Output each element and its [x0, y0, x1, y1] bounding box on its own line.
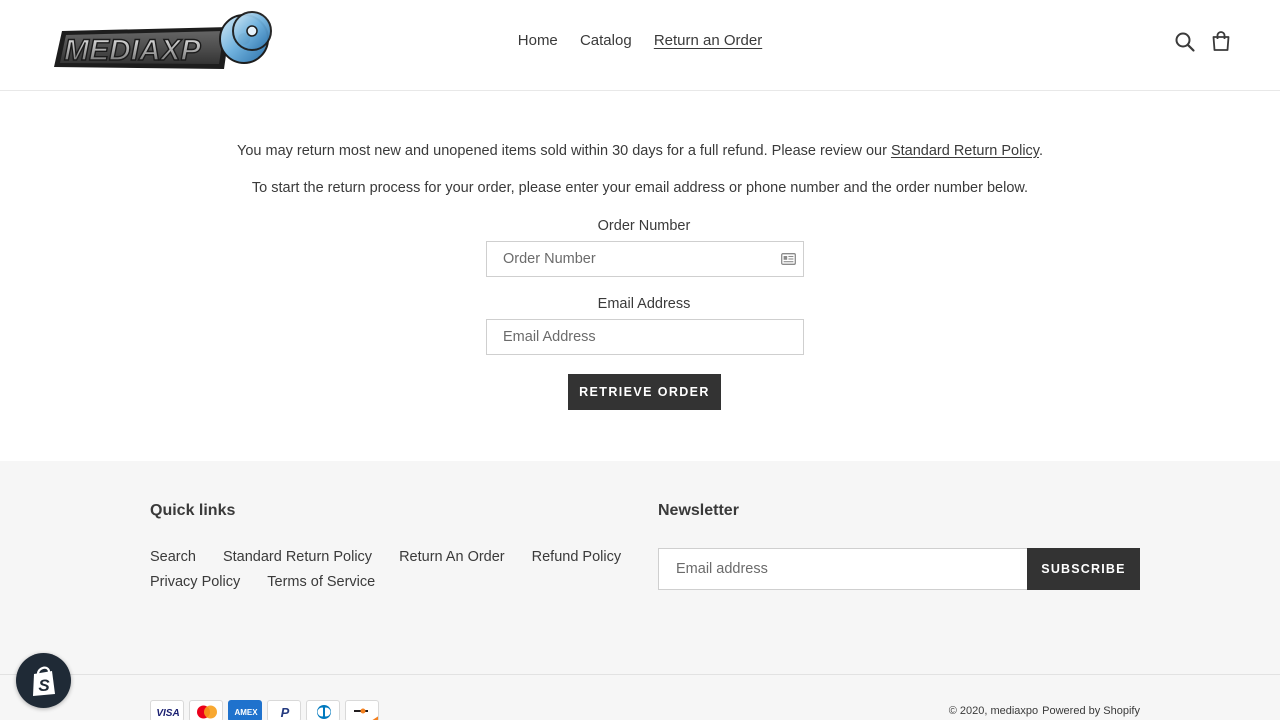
powered-by-shopify-link[interactable]: Powered by Shopify: [1042, 705, 1140, 717]
site-header: MEDIAXP Home Catalog Return an Order: [0, 0, 1280, 91]
svg-text:P: P: [281, 705, 290, 720]
footer-link-search[interactable]: Search: [150, 545, 196, 570]
email-address-field-wrapper: [486, 319, 804, 355]
copyright-notice[interactable]: © 2020, mediaxpo: [949, 705, 1038, 717]
nav-home[interactable]: Home: [518, 32, 558, 49]
site-footer: Quick links Search Standard Return Policy…: [0, 461, 1280, 720]
svg-text:S: S: [38, 676, 50, 695]
quick-links-list: Search Standard Return Policy Return An Or…: [150, 545, 630, 594]
order-number-input[interactable]: [487, 242, 803, 276]
intro-suffix: .: [1038, 143, 1043, 159]
nav-catalog[interactable]: Catalog: [580, 32, 632, 49]
email-address-label: Email Address: [597, 296, 691, 312]
return-policy-text: You may return most new and unopened ite…: [0, 143, 1280, 159]
mastercard-icon: [189, 700, 223, 720]
newsletter-field-wrapper: [658, 548, 1028, 590]
quick-links-heading: Quick links: [150, 502, 236, 519]
contact-card-icon: [781, 253, 796, 265]
visa-icon: VISA: [150, 700, 184, 720]
footer-link-refund-policy[interactable]: Refund Policy: [532, 545, 621, 570]
order-number-field-wrapper: [486, 241, 804, 277]
order-number-label: Order Number: [597, 218, 691, 234]
nav-return-an-order[interactable]: Return an Order: [654, 32, 762, 49]
email-address-input[interactable]: [487, 320, 803, 354]
svg-text:VISA: VISA: [156, 708, 179, 719]
cart-icon[interactable]: [1210, 30, 1232, 52]
newsletter-email-input[interactable]: [659, 549, 1027, 589]
search-icon[interactable]: [1174, 31, 1196, 53]
paypal-icon: P: [267, 700, 301, 720]
main-nav: Home Catalog Return an Order: [0, 32, 1280, 49]
newsletter-heading: Newsletter: [658, 502, 739, 519]
subscribe-button[interactable]: SUBSCRIBE: [1027, 548, 1140, 590]
diners-club-icon: [306, 700, 340, 720]
footer-divider: [0, 674, 1280, 675]
instructions-text: To start the return process for your ord…: [251, 180, 1029, 196]
copyright-text: © 2020, mediaxpo Powered by Shopify: [949, 705, 1140, 717]
footer-link-standard-return-policy[interactable]: Standard Return Policy: [223, 545, 372, 570]
standard-return-policy-link[interactable]: Standard Return Policy: [891, 143, 1039, 159]
svg-text:AMEX: AMEX: [234, 708, 258, 717]
footer-link-return-an-order[interactable]: Return An Order: [399, 545, 505, 570]
intro-text: You may return most new and unopened ite…: [237, 143, 891, 159]
discover-icon: [345, 700, 379, 720]
footer-link-privacy-policy[interactable]: Privacy Policy: [150, 570, 240, 595]
retrieve-order-button[interactable]: RETRIEVE ORDER: [568, 374, 721, 410]
amex-icon: AMEX: [228, 700, 262, 720]
footer-link-terms-of-service[interactable]: Terms of Service: [267, 570, 375, 595]
return-order-form: You may return most new and unopened ite…: [0, 92, 1280, 461]
shopify-badge-button[interactable]: S: [16, 653, 71, 708]
shopify-bag-icon: S: [33, 666, 55, 696]
